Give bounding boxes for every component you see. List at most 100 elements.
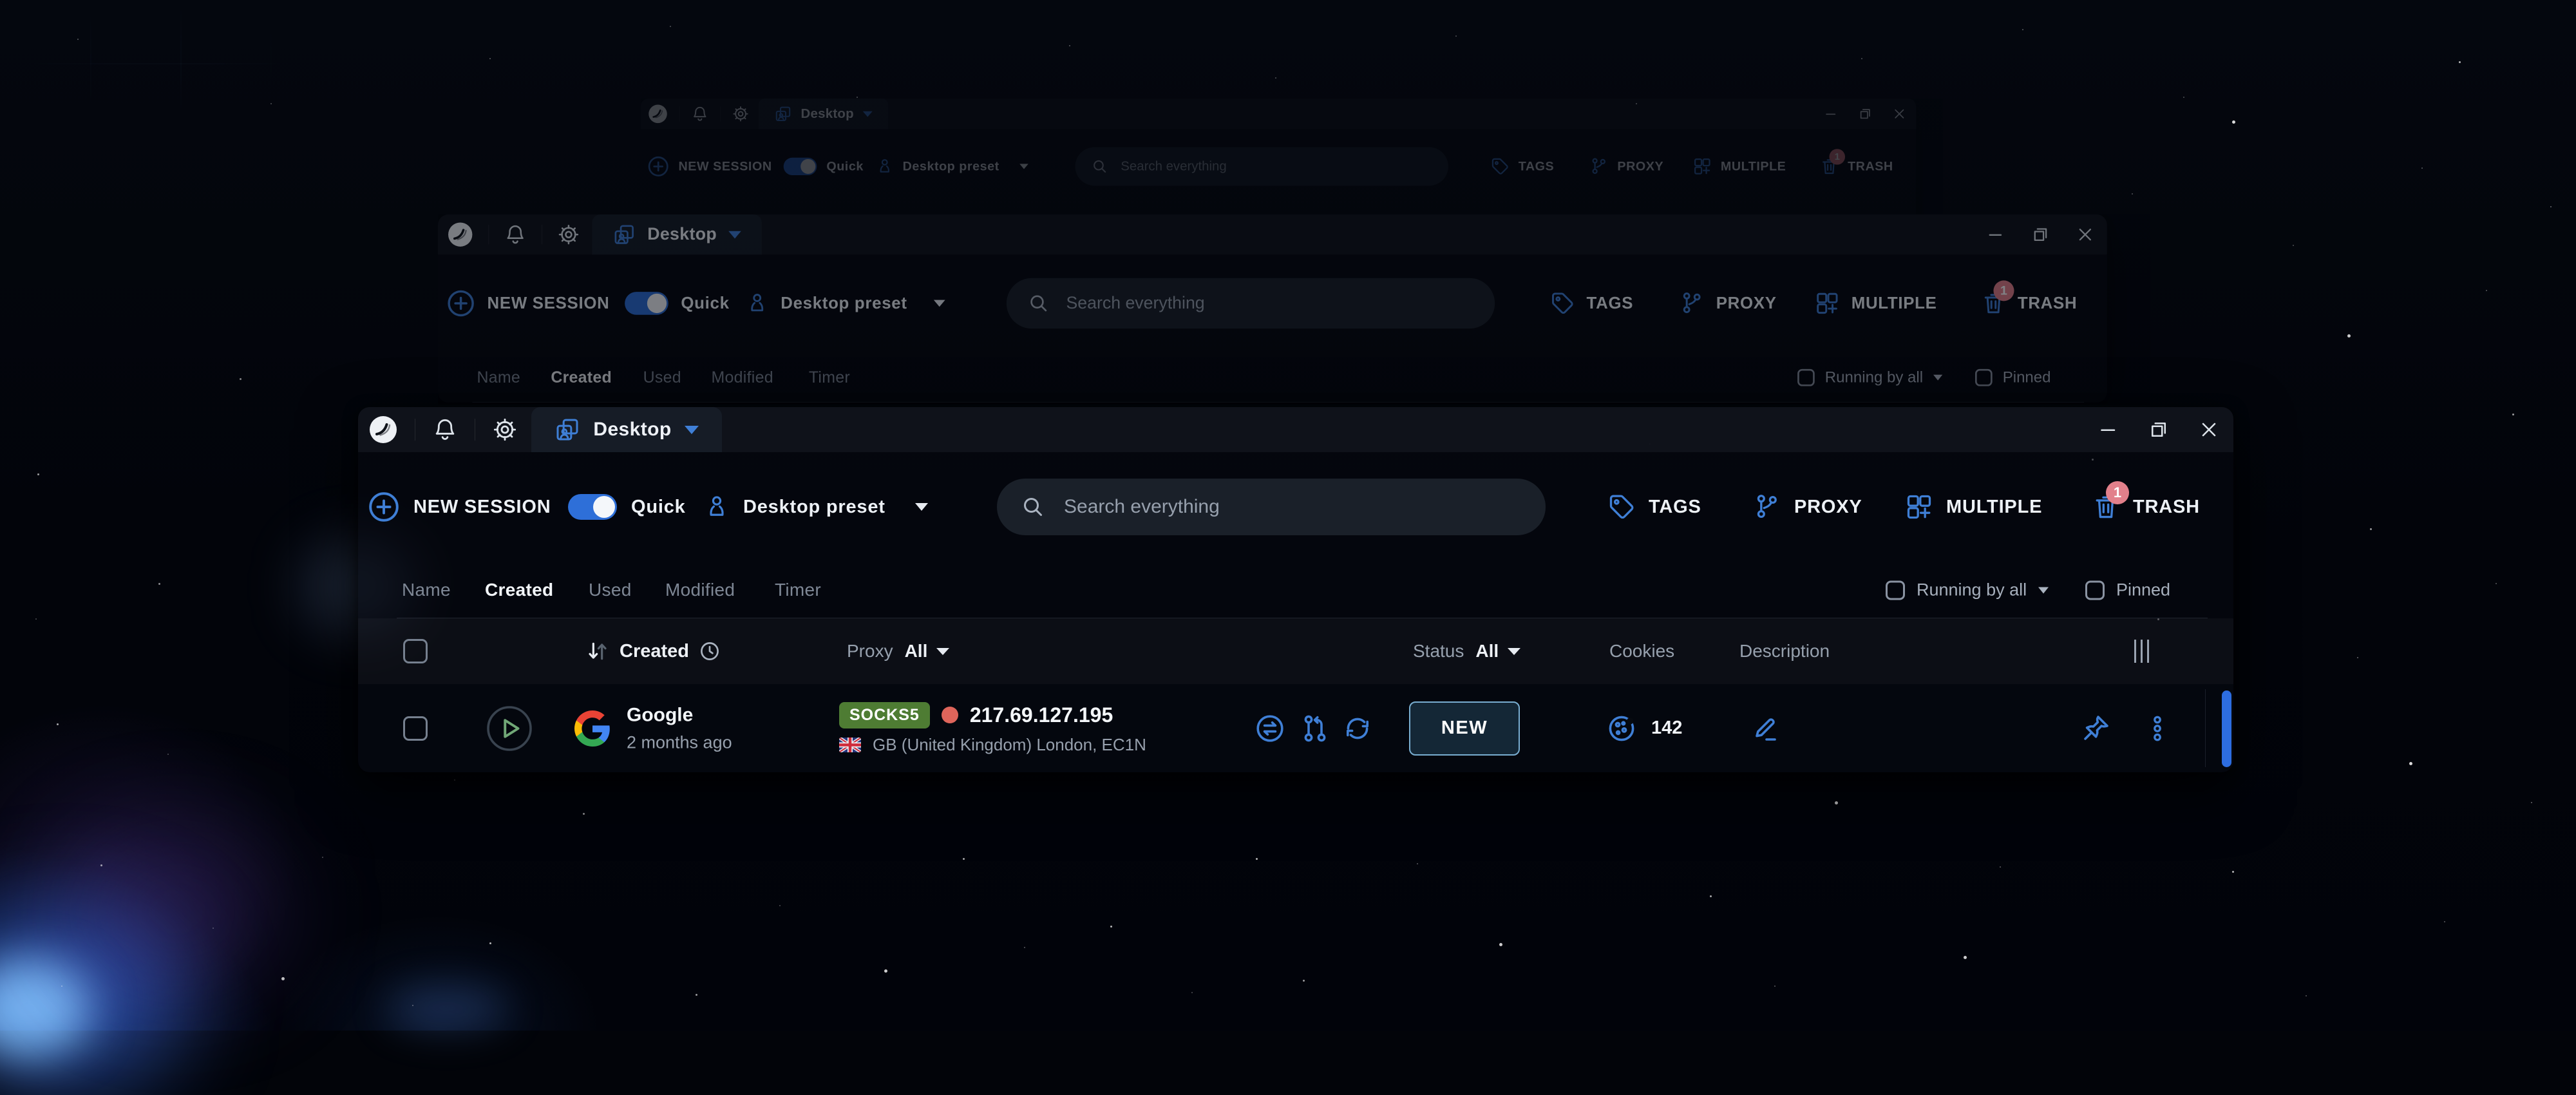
ghost-window-mid[interactable]: Desktop NEW SESSION Quick Desktop preset	[438, 214, 2150, 405]
view-tabs-row: Name Created Used Modified Timer Running…	[358, 562, 2233, 618]
minimize-button	[1823, 105, 1840, 122]
proxy-location: GB (United Kingdom) London, EC1N	[873, 735, 1146, 755]
pinned-checkbox[interactable]	[2085, 580, 2105, 600]
chevron-down-icon	[1933, 374, 1942, 380]
view-tab-modified[interactable]: Modified	[665, 580, 735, 600]
chevron-down-icon[interactable]	[1508, 648, 1520, 655]
view-tab-timer: Timer	[809, 368, 850, 386]
tag-icon	[1607, 493, 1636, 521]
tab-label: Desktop	[800, 106, 853, 121]
nebula-glow	[386, 986, 509, 1031]
multiple-button[interactable]: MULTIPLE	[1905, 493, 2042, 521]
chevron-down-icon	[862, 111, 872, 117]
plus-circle-icon	[647, 155, 670, 178]
tag-icon	[1490, 157, 1510, 176]
nebula-glow	[0, 960, 90, 1056]
search-input[interactable]	[1063, 495, 1537, 519]
notifications-bell-icon[interactable]	[432, 417, 458, 443]
new-session-button[interactable]: NEW SESSION	[367, 490, 551, 524]
sort-arrows-icon	[585, 638, 611, 664]
trash-badge: 1	[2106, 481, 2129, 504]
view-tab-used[interactable]: Used	[589, 580, 632, 600]
view-tab-used: Used	[643, 368, 681, 386]
restore-button	[1857, 105, 1874, 122]
ghost-window-far[interactable]: Desktop NEW SESSION Quick Desktop preset	[641, 99, 1943, 214]
status-filter[interactable]: Status All	[1413, 641, 1520, 662]
trash-button[interactable]: 1 TRASH	[2092, 491, 2200, 522]
tab-desktop[interactable]: Desktop	[531, 407, 722, 452]
session-row[interactable]: Google 2 months ago SOCKS5 217.69.127.19…	[358, 684, 2233, 772]
person-icon	[875, 157, 894, 176]
view-tab-timer[interactable]: Timer	[775, 580, 821, 600]
column-divider	[2205, 689, 2206, 767]
proxy-filter[interactable]: Proxy All	[847, 641, 949, 662]
tags-label: TAGS	[1649, 497, 1701, 518]
cookies-cell[interactable]: 142	[1606, 713, 1682, 744]
proxy-nodes-icon	[1589, 157, 1609, 176]
settings-gear-icon[interactable]	[492, 417, 518, 443]
select-all-checkbox[interactable]	[403, 639, 428, 663]
plus-circle-icon	[446, 289, 475, 318]
search-box[interactable]	[997, 479, 1546, 535]
quick-label: Quick	[631, 497, 686, 518]
view-tab-name[interactable]: Name	[402, 580, 451, 600]
chevron-down-icon[interactable]	[685, 426, 699, 434]
clone-session-button[interactable]	[1300, 713, 1331, 744]
close-button	[2074, 223, 2097, 246]
sync-session-button[interactable]	[1342, 713, 1373, 744]
titlebar[interactable]: Desktop	[358, 407, 2233, 452]
trash-label: TRASH	[2133, 497, 2200, 518]
settings-gear-icon	[557, 223, 580, 246]
running-filter[interactable]: Running by all	[1886, 580, 2049, 600]
pinned-checkbox	[1975, 368, 1993, 386]
preset-label: Desktop preset	[743, 497, 886, 518]
chevron-down-icon[interactable]	[915, 503, 928, 511]
divider	[488, 225, 489, 244]
quick-toggle[interactable]	[568, 494, 617, 520]
notifications-bell-icon	[504, 223, 527, 246]
description-header: Description	[1739, 641, 1830, 662]
columns-settings-icon[interactable]	[2134, 640, 2149, 663]
search-input	[1120, 158, 1442, 174]
multiple-windows-icon	[1692, 157, 1712, 176]
session-created: 2 months ago	[627, 732, 732, 752]
close-button[interactable]	[2196, 417, 2222, 443]
row-checkbox[interactable]	[403, 716, 428, 741]
close-button	[1891, 105, 1908, 122]
preset-dropdown: Desktop preset	[745, 291, 945, 315]
preset-dropdown[interactable]: Desktop preset	[703, 493, 928, 520]
tags-button[interactable]: TAGS	[1607, 493, 1701, 521]
proxy-button[interactable]: PROXY	[1753, 493, 1862, 521]
main-window: Desktop NEW SESSION Quick Desktop preset	[358, 407, 2233, 772]
chevron-down-icon[interactable]	[936, 648, 949, 655]
flag-gb-icon	[839, 738, 861, 752]
search-input	[1065, 293, 1487, 314]
proxy-nodes-icon	[1753, 493, 1781, 521]
google-favicon	[574, 710, 611, 747]
view-tab-created[interactable]: Created	[485, 580, 553, 600]
multiple-windows-icon	[1905, 493, 1933, 521]
play-session-button[interactable]	[486, 705, 533, 752]
edit-description-button[interactable]	[1750, 713, 1781, 744]
pinned-filter: Pinned	[1975, 368, 2051, 386]
running-checkbox[interactable]	[1886, 580, 1905, 600]
sort-created-header[interactable]: Created	[585, 638, 721, 664]
running-filter: Running by all	[1797, 368, 1942, 386]
chevron-down-icon	[934, 300, 945, 307]
cookies-header: Cookies	[1609, 641, 1674, 662]
row-menu-button[interactable]	[2143, 710, 2172, 747]
titlebar: Desktop	[641, 99, 1916, 129]
chevron-down-icon[interactable]	[2038, 587, 2049, 593]
pin-session-button[interactable]	[2080, 713, 2111, 744]
search-icon	[1091, 158, 1108, 175]
tags-button: TAGS	[1550, 290, 1634, 316]
scrollbar[interactable]	[2222, 690, 2231, 767]
proxy-label: PROXY	[1794, 497, 1862, 518]
swap-session-button[interactable]	[1255, 713, 1285, 744]
multiple-windows-icon	[1815, 290, 1840, 316]
nebula-glow	[0, 902, 187, 1095]
status-badge[interactable]: NEW	[1409, 701, 1520, 756]
minimize-button[interactable]	[2096, 417, 2121, 443]
pinned-filter[interactable]: Pinned	[2085, 580, 2170, 600]
restore-button[interactable]	[2146, 417, 2172, 443]
